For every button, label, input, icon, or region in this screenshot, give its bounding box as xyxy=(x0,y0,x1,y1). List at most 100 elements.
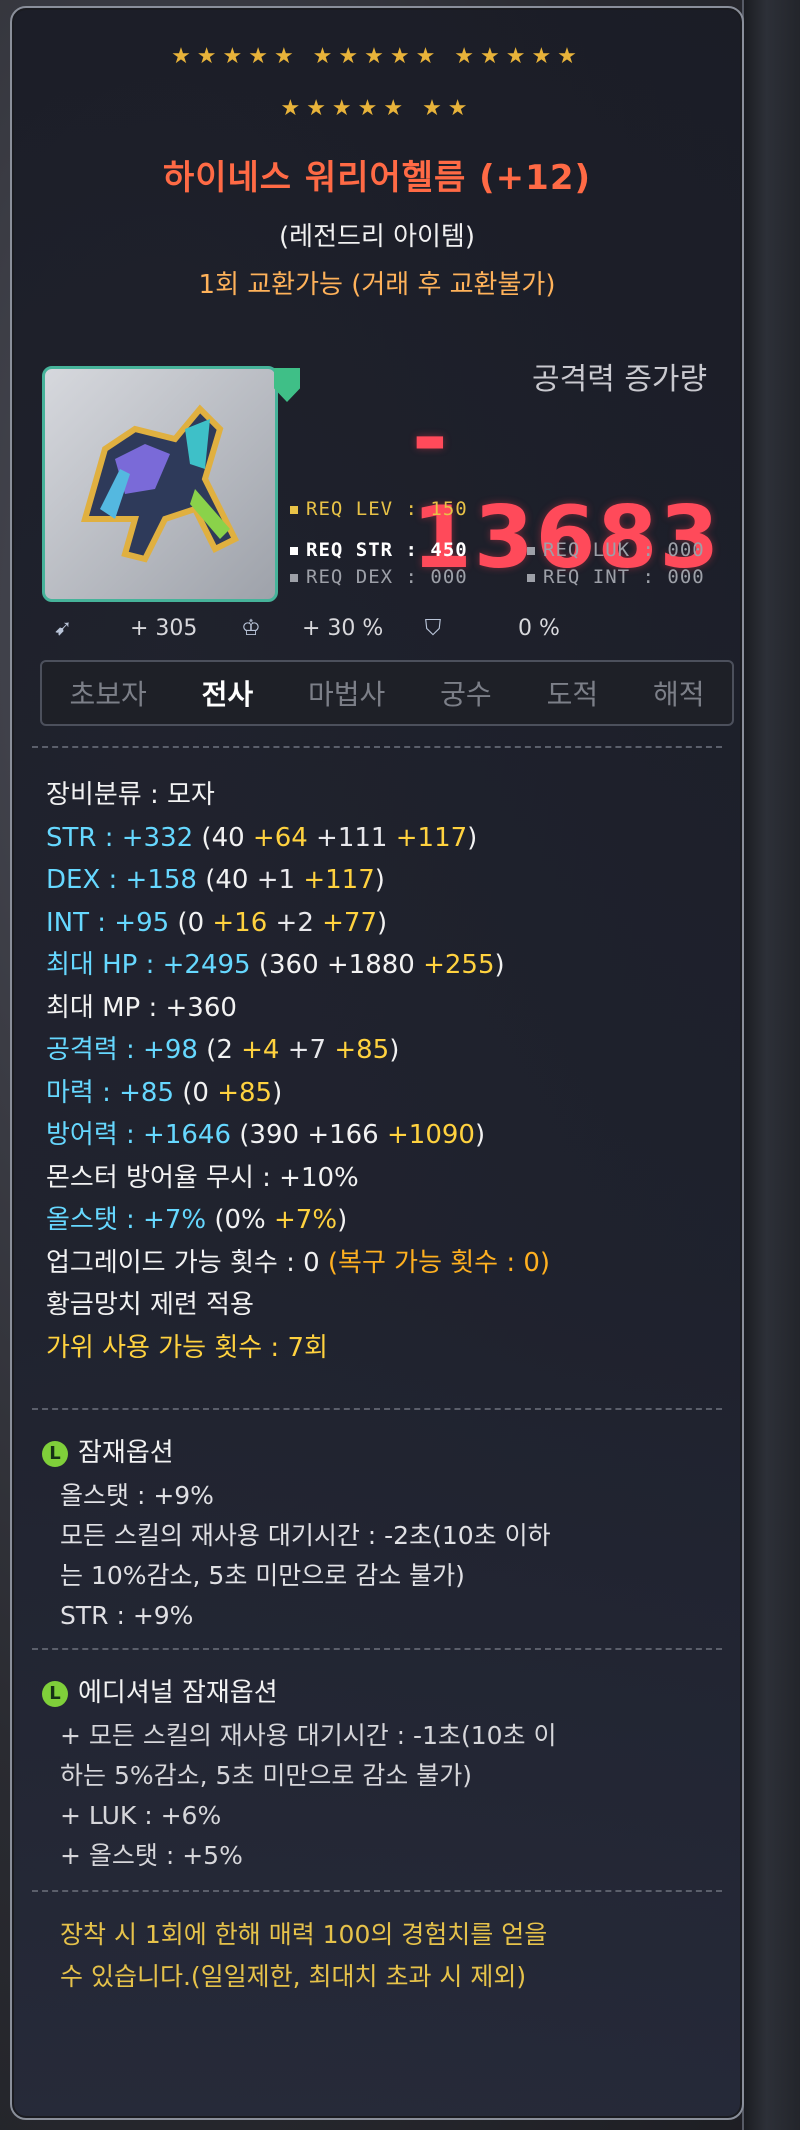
stat-allstat: 올스탯 : +7% (0% +7%) xyxy=(46,1199,722,1242)
req-str-text: REQ STR : 450 xyxy=(306,539,468,561)
equip-category: 장비분류 : 모자 xyxy=(46,780,215,810)
stat-str-base: (40 xyxy=(193,822,253,853)
stat-attack-add3: +85 xyxy=(326,1035,390,1065)
stat-str-end: ) xyxy=(467,822,478,853)
stat-str-add2: +111 xyxy=(307,822,388,853)
item-grade: (레전드리 아이템) xyxy=(279,222,475,252)
mini-stat-1: + 305 xyxy=(130,616,198,641)
stat-defense-end: ) xyxy=(474,1120,486,1150)
additional-potential-line: + 올스탯 : +5% xyxy=(60,1841,243,1870)
potential-options: 올스탯 : +9% 모든 스킬의 재사용 대기시간 : -2초(10초 이하 는… xyxy=(60,1476,722,1636)
stat-attack-add2: +7 xyxy=(279,1035,327,1065)
section-divider xyxy=(32,1648,722,1650)
req-luk-text: REQ LUK : 000 xyxy=(543,539,705,561)
stat-attack-label: 공격력 : +98 xyxy=(46,1035,198,1065)
stat-int-end: ) xyxy=(377,907,388,938)
stat-dex-add1: +1 xyxy=(256,865,296,895)
arrow-icon: ➹ xyxy=(53,616,73,641)
stat-allstat-base: (0% xyxy=(206,1205,275,1235)
upgrade-count: 업그레이드 가능 횟수 : 0 (복구 가능 횟수 : 0) xyxy=(46,1242,722,1285)
golden-hammer-status: 황금망치 제련 적용 xyxy=(46,1290,254,1320)
stat-str-add3: +117 xyxy=(387,822,468,853)
stat-attack-end: ) xyxy=(389,1035,400,1065)
stat-str-label: STR : +332 xyxy=(46,822,194,853)
stat-str-add1: +64 xyxy=(252,822,308,853)
upgrade-restore-count: (복구 가능 횟수 : 0) xyxy=(319,1247,551,1278)
stat-int-add3: +77 xyxy=(313,907,377,938)
req-dot-icon xyxy=(527,573,535,582)
stat-magic: 마력 : +85 (0 +85) xyxy=(46,1072,722,1115)
item-name: 하이네스 워리어헬름 (+12) xyxy=(162,158,592,198)
additional-potential-line: 하는 5%감소, 5초 미만으로 감소 불가) xyxy=(60,1761,473,1790)
stat-allstat-end: ) xyxy=(337,1205,348,1235)
section-divider xyxy=(32,746,722,748)
stat-magic-base: (0 xyxy=(174,1077,218,1108)
class-thief: 도적 xyxy=(546,678,599,711)
req-dex: REQ DEX : 000 xyxy=(290,566,468,588)
potential-line: STR : +9% xyxy=(60,1601,194,1630)
stat-defense-label: 방어력 : +1646 xyxy=(46,1120,232,1150)
additional-potential-title: 에디셔널 잠재옵션 xyxy=(78,1678,278,1708)
stat-hp-end: ) xyxy=(494,950,505,980)
stat-ignore-defense: 몬스터 방어율 무시 : +10% xyxy=(46,1162,359,1193)
star-force-row-1: ★★★★★ ★★★★★ ★★★★★ xyxy=(171,44,583,69)
stat-dex-add2: +117 xyxy=(295,865,375,895)
mini-stat-2: + 30 % xyxy=(302,616,384,641)
stat-attack: 공격력 : +98 (2 +4 +7 +85) xyxy=(46,1029,722,1072)
stat-dex-label: DEX : +158 xyxy=(46,865,197,895)
section-divider xyxy=(32,1890,722,1892)
additional-potential-line: + 모든 스킬의 재사용 대기시간 : -1초(10초 이 xyxy=(60,1721,557,1750)
potential-line: 올스탯 : +9% xyxy=(60,1481,214,1510)
class-beginner: 초보자 xyxy=(69,678,147,711)
stat-hp-base: (360 +1880 xyxy=(250,950,424,980)
stat-hp-add: +255 xyxy=(423,950,495,980)
star-force-row-2: ★★★★★ ★★ xyxy=(280,96,474,121)
stat-dex-end: ) xyxy=(374,865,385,895)
stat-int-add1: +16 xyxy=(212,907,268,938)
class-restriction-bar: 초보자 전사 마법사 궁수 도적 해적 xyxy=(40,660,734,726)
req-dot-icon xyxy=(290,573,298,582)
stat-magic-label: 마력 : +85 xyxy=(46,1077,174,1108)
stat-hp-label: 최대 HP : +2495 xyxy=(46,950,251,980)
shield-icon: ⛉ xyxy=(424,616,442,641)
stat-defense-base: (390 +166 xyxy=(231,1120,387,1150)
stat-magic-end: ) xyxy=(272,1077,283,1108)
trade-note: 1회 교환가능 (거래 후 교환불가) xyxy=(198,270,556,300)
class-archer: 궁수 xyxy=(440,678,492,711)
stat-defense-add: +1090 xyxy=(387,1120,475,1150)
class-magician: 마법사 xyxy=(308,678,386,711)
section-divider xyxy=(32,1408,722,1410)
class-warrior: 전사 xyxy=(201,678,254,711)
boss-icon: ♔ xyxy=(241,616,261,641)
stat-magic-add: +85 xyxy=(217,1077,273,1108)
req-int: REQ INT : 000 xyxy=(527,566,705,588)
additional-potential-line: + LUK : +6% xyxy=(60,1801,222,1830)
adjacent-window-edge xyxy=(742,0,800,2130)
req-str: REQ STR : 450 xyxy=(290,539,468,561)
additional-potential-header: L 에디셔널 잠재옵션 xyxy=(42,1672,278,1709)
req-level: REQ LEV : 150 xyxy=(290,498,468,520)
equip-bonus-note: 장착 시 1회에 한해 매력 100의 경험치를 얻을 수 있습니다.(일일제한… xyxy=(60,1914,712,1998)
stat-int-label: INT : +95 xyxy=(46,907,170,938)
stat-dex: DEX : +158 (40 +1 +117) xyxy=(46,859,722,902)
stat-allstat-label: 올스탯 : +7% xyxy=(46,1205,207,1235)
stat-attack-base: (2 xyxy=(197,1035,242,1065)
equip-bonus-line: 장착 시 1회에 한해 매력 100의 경험치를 얻을 xyxy=(60,1920,548,1949)
stat-hp: 최대 HP : +2495 (360 +1880 +255) xyxy=(46,944,722,987)
stat-dex-base: (40 xyxy=(196,865,257,895)
stat-defense: 방어력 : +1646 (390 +166 +1090) xyxy=(46,1114,722,1157)
stat-int: INT : +95 (0 +16 +2 +77) xyxy=(46,902,722,945)
stat-mp: 최대 MP : +360 xyxy=(46,992,237,1023)
req-int-text: REQ INT : 000 xyxy=(543,566,705,588)
potential-line: 모든 스킬의 재사용 대기시간 : -2초(10초 이하 xyxy=(60,1521,551,1550)
potential-header: L 잠재옵션 xyxy=(42,1432,174,1469)
additional-potential-options: + 모든 스킬의 재사용 대기시간 : -1초(10초 이 하는 5%감소, 5… xyxy=(60,1716,722,1876)
req-dot-icon xyxy=(290,505,298,514)
potential-line: 는 10%감소, 5초 미만으로 감소 불가) xyxy=(60,1561,465,1590)
scissors-count: 가위 사용 가능 횟수 : 7회 xyxy=(46,1332,328,1363)
mini-stat-3: 0 % xyxy=(518,616,560,641)
req-dot-icon xyxy=(527,546,535,555)
stat-int-base: (0 xyxy=(169,907,213,938)
legendary-badge-icon: L xyxy=(42,1680,68,1707)
stat-list: 장비분류 : 모자 STR : +332 (40 +64 +111 +117) … xyxy=(46,774,722,1369)
